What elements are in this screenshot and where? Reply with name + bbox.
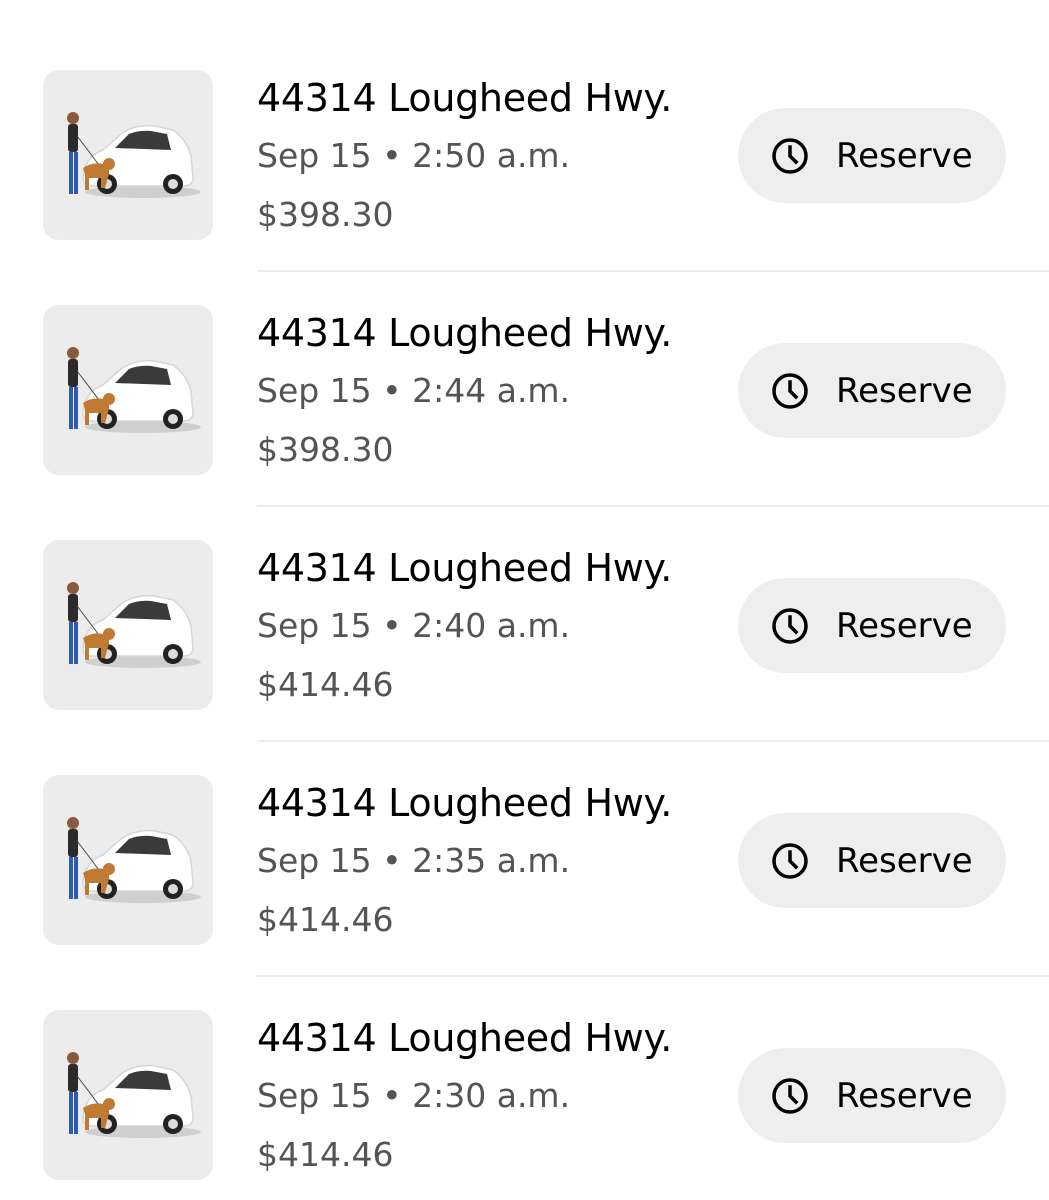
trip-row[interactable]: 44314 Lougheed Hwy. Sep 15 • 2:50 a.m. $… — [0, 0, 1049, 272]
trip-price: $414.46 — [257, 900, 394, 939]
reserve-button-label: Reserve — [836, 135, 973, 176]
trip-time: Sep 15 • 2:30 a.m. — [257, 1076, 571, 1115]
reserve-button[interactable]: Reserve — [738, 578, 1006, 673]
trip-price: $398.30 — [257, 195, 394, 234]
trip-price: $414.46 — [257, 1135, 394, 1174]
reserve-button-label: Reserve — [836, 605, 973, 646]
clock-icon — [772, 607, 808, 644]
reserve-button-label: Reserve — [836, 370, 973, 411]
reserve-button[interactable]: Reserve — [738, 108, 1006, 203]
reserve-button[interactable]: Reserve — [738, 343, 1006, 438]
trip-address: 44314 Lougheed Hwy. — [257, 781, 673, 825]
clock-icon — [772, 842, 808, 879]
trip-price: $398.30 — [257, 430, 394, 469]
trip-address: 44314 Lougheed Hwy. — [257, 546, 673, 590]
trip-row[interactable]: 44314 Lougheed Hwy. Sep 15 • 2:40 a.m. $… — [0, 470, 1049, 742]
reserve-button[interactable]: Reserve — [738, 1048, 1006, 1143]
clock-icon — [772, 137, 808, 174]
trip-time: Sep 15 • 2:44 a.m. — [257, 371, 571, 410]
reserve-button-label: Reserve — [836, 1075, 973, 1116]
reserve-button[interactable]: Reserve — [738, 813, 1006, 908]
clock-icon — [772, 1077, 808, 1114]
trip-address: 44314 Lougheed Hwy. — [257, 1016, 673, 1060]
trip-time: Sep 15 • 2:40 a.m. — [257, 606, 571, 645]
car-illustration-icon — [43, 70, 213, 240]
car-illustration-icon — [43, 1010, 213, 1180]
trip-row[interactable]: 44314 Lougheed Hwy. Sep 15 • 2:35 a.m. $… — [0, 705, 1049, 977]
trip-time: Sep 15 • 2:50 a.m. — [257, 136, 571, 175]
trip-time: Sep 15 • 2:35 a.m. — [257, 841, 571, 880]
car-illustration-icon — [43, 775, 213, 945]
trip-address: 44314 Lougheed Hwy. — [257, 311, 673, 355]
reserve-button-label: Reserve — [836, 840, 973, 881]
car-illustration-icon — [43, 305, 213, 475]
car-illustration-icon — [43, 540, 213, 710]
clock-icon — [772, 372, 808, 409]
trip-row[interactable]: 44314 Lougheed Hwy. Sep 15 • 2:44 a.m. $… — [0, 235, 1049, 507]
trip-price: $414.46 — [257, 665, 394, 704]
trip-row[interactable]: 44314 Lougheed Hwy. Sep 15 • 2:30 a.m. $… — [0, 940, 1049, 1180]
trip-address: 44314 Lougheed Hwy. — [257, 76, 673, 120]
